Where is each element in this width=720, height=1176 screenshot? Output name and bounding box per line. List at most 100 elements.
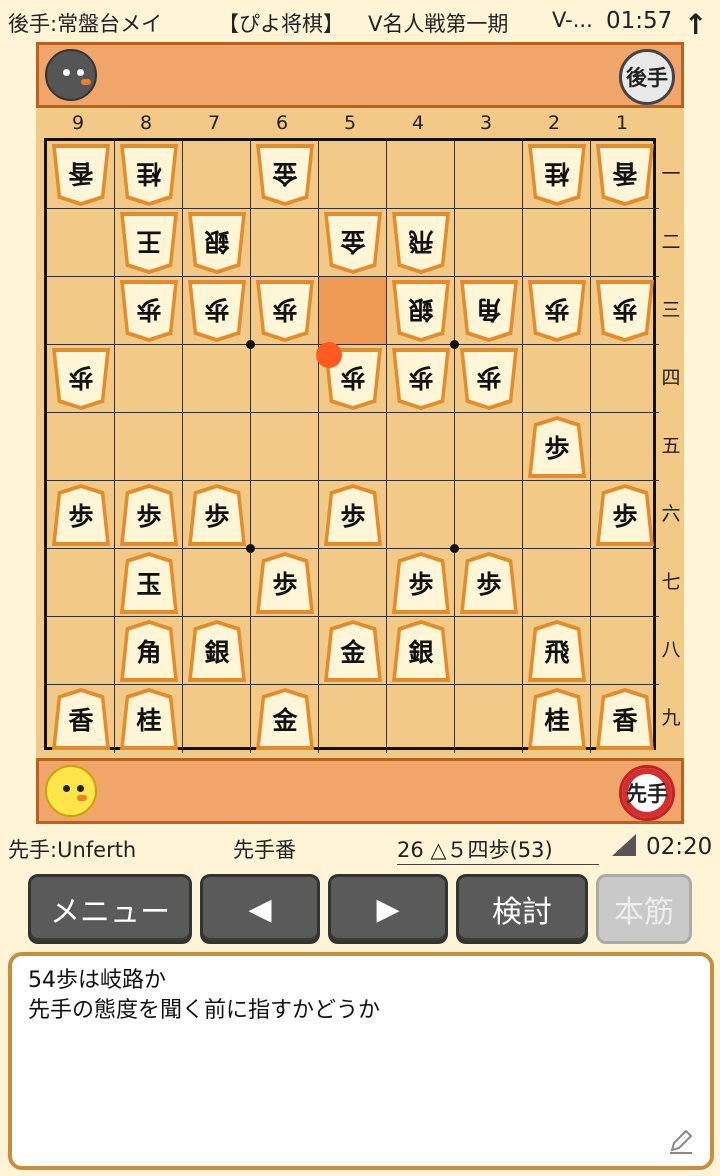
gote-piece[interactable]: 歩	[188, 280, 246, 342]
gote-piece[interactable]: 飛	[392, 212, 450, 274]
pencil-icon[interactable]	[666, 1126, 696, 1156]
gote-piece[interactable]: 角	[460, 280, 518, 342]
board-square[interactable]	[183, 685, 251, 753]
board-square[interactable]	[47, 209, 115, 277]
sente-piece[interactable]: 角	[120, 620, 178, 682]
board-square[interactable]	[387, 141, 455, 209]
board-square[interactable]	[523, 345, 591, 413]
board-square[interactable]	[455, 141, 523, 209]
sente-piece[interactable]: 歩	[52, 484, 110, 546]
gote-piece[interactable]: 歩	[256, 280, 314, 342]
menu-button[interactable]: メニュー	[28, 874, 192, 944]
board-square[interactable]	[523, 549, 591, 617]
sente-piece[interactable]: 香	[596, 688, 654, 750]
board-square[interactable]	[591, 413, 659, 481]
sente-piece[interactable]: 歩	[188, 484, 246, 546]
gote-piece[interactable]: 銀	[188, 212, 246, 274]
star-point	[246, 544, 255, 553]
piece-label: 香	[612, 159, 638, 188]
board-square[interactable]	[183, 345, 251, 413]
sente-piece[interactable]: 歩	[120, 484, 178, 546]
comment-box[interactable]: 54歩は岐路か 先手の態度を聞く前に指すかどうか	[8, 952, 714, 1170]
piece-label: 歩	[68, 363, 94, 392]
board-grid[interactable]: 香桂金桂香王銀金飛歩歩歩銀角歩歩歩歩歩歩歩歩歩歩歩歩玉歩歩歩角銀金銀飛香桂金桂香	[44, 138, 659, 753]
sente-piece[interactable]: 歩	[528, 416, 586, 478]
sente-piece[interactable]: 金	[256, 688, 314, 750]
board-square[interactable]	[319, 277, 387, 345]
board-square[interactable]	[455, 481, 523, 549]
gote-piece[interactable]: 王	[120, 212, 178, 274]
board-square[interactable]	[47, 617, 115, 685]
sente-piece[interactable]: 桂	[528, 688, 586, 750]
board-square[interactable]	[251, 345, 319, 413]
board-square[interactable]	[387, 413, 455, 481]
gote-piece[interactable]: 桂	[528, 144, 586, 206]
board-square[interactable]	[183, 549, 251, 617]
file-label: 2	[547, 112, 561, 134]
board-square[interactable]	[455, 617, 523, 685]
board-square[interactable]	[251, 481, 319, 549]
board-square[interactable]	[523, 481, 591, 549]
board-square[interactable]	[591, 209, 659, 277]
board-square[interactable]	[183, 141, 251, 209]
board-square[interactable]	[251, 617, 319, 685]
board-square[interactable]	[183, 413, 251, 481]
gote-piece[interactable]: 歩	[596, 280, 654, 342]
gote-piece[interactable]: 金	[256, 144, 314, 206]
board-square[interactable]	[47, 277, 115, 345]
sente-piece[interactable]: 銀	[188, 620, 246, 682]
sente-piece[interactable]: 飛	[528, 620, 586, 682]
sente-piece[interactable]: 歩	[392, 552, 450, 614]
gote-piece[interactable]: 歩	[460, 348, 518, 410]
board-square[interactable]	[251, 413, 319, 481]
gote-piece[interactable]: 歩	[120, 280, 178, 342]
analyze-button[interactable]: 検討	[456, 874, 588, 944]
move-dropdown-icon[interactable]	[612, 834, 636, 856]
board-square[interactable]	[47, 413, 115, 481]
rank-label: 一	[661, 162, 681, 185]
sente-piece[interactable]: 金	[324, 620, 382, 682]
current-move[interactable]: 26 △５四歩(53)	[397, 834, 599, 865]
next-move-button[interactable]: ▶	[328, 874, 448, 944]
sente-piece[interactable]: 玉	[120, 552, 178, 614]
sente-piece[interactable]: 桂	[120, 688, 178, 750]
gote-piece[interactable]: 歩	[52, 348, 110, 410]
sente-hand-area[interactable]: 先手	[36, 758, 684, 824]
gote-piece[interactable]: 歩	[528, 280, 586, 342]
sente-piece[interactable]: 歩	[460, 552, 518, 614]
sente-piece[interactable]: 歩	[256, 552, 314, 614]
board-square[interactable]	[591, 549, 659, 617]
up-arrow-icon[interactable]: ↑	[684, 8, 707, 41]
sente-avatar	[45, 765, 97, 817]
gote-piece[interactable]: 歩	[392, 348, 450, 410]
sente-piece[interactable]: 歩	[596, 484, 654, 546]
gote-piece[interactable]: 銀	[392, 280, 450, 342]
file-label: 7	[207, 112, 221, 134]
board-square[interactable]	[319, 413, 387, 481]
board-square[interactable]	[319, 141, 387, 209]
gote-piece[interactable]: 香	[596, 144, 654, 206]
gote-piece[interactable]: 香	[52, 144, 110, 206]
prev-move-button[interactable]: ◀	[200, 874, 320, 944]
board-square[interactable]	[47, 549, 115, 617]
board-square[interactable]	[319, 549, 387, 617]
gote-hand-area[interactable]: 後手	[36, 42, 684, 108]
board-square[interactable]	[455, 685, 523, 753]
rank-label: 二	[661, 230, 681, 253]
gote-piece[interactable]: 桂	[120, 144, 178, 206]
board-square[interactable]	[523, 209, 591, 277]
board-square[interactable]	[115, 345, 183, 413]
board-square[interactable]	[115, 413, 183, 481]
sente-piece[interactable]: 銀	[392, 620, 450, 682]
board-square[interactable]	[251, 209, 319, 277]
board-square[interactable]	[591, 345, 659, 413]
sente-piece[interactable]: 香	[52, 688, 110, 750]
board-square[interactable]	[387, 685, 455, 753]
board-square[interactable]	[387, 481, 455, 549]
board-square[interactable]	[455, 209, 523, 277]
board-square[interactable]	[591, 617, 659, 685]
gote-piece[interactable]: 金	[324, 212, 382, 274]
sente-piece[interactable]: 歩	[324, 484, 382, 546]
board-square[interactable]	[319, 685, 387, 753]
board-square[interactable]	[455, 413, 523, 481]
